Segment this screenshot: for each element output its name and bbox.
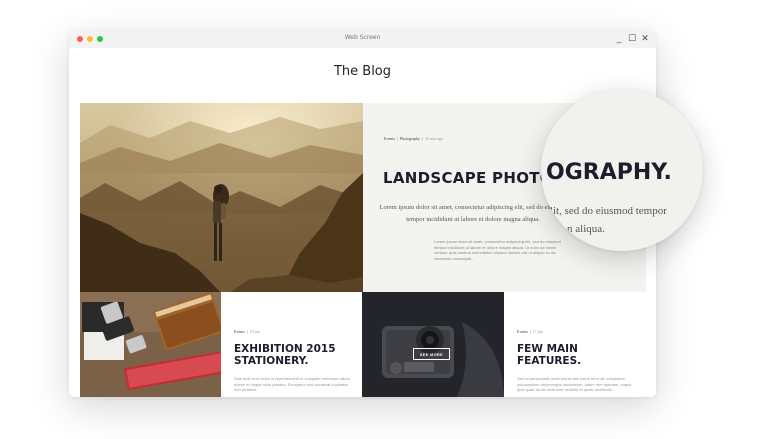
post-date: 17 jun <box>532 329 543 334</box>
stationery-photo[interactable] <box>80 292 221 397</box>
maximize-icon[interactable]: ☐ <box>627 31 637 48</box>
camera-photo-tile[interactable]: SEE MORE <box>362 292 504 397</box>
category-link[interactable]: Events <box>384 136 395 141</box>
magnified-lead-line: elit, sed do eiusmod tempor <box>545 205 667 217</box>
window-controls: _ ☐ ✕ <box>614 31 650 48</box>
meta-divider: | <box>245 329 249 334</box>
stationery-photo-tile[interactable] <box>80 292 221 397</box>
hero-lead: Lorem ipsum dolor sit amet, consectetur … <box>379 204 567 223</box>
hero-meta: Events | Photography | 10 min ago <box>384 136 443 141</box>
magnified-lead-line: n aliqua. <box>567 223 605 235</box>
card-excerpt: Duis aute irure dolor in reprehenderit i… <box>234 376 350 392</box>
post-date: 23 jun <box>249 329 260 334</box>
magnifier-lens: OGRAPHY. elit, sed do eiusmod tempor n a… <box>541 89 703 251</box>
meta-divider: | <box>528 329 532 334</box>
card-title[interactable]: FEW MAIN FEATURES. <box>517 343 642 367</box>
hero-body: Lorem ipsum dolor sit amet, consectetur … <box>434 239 561 261</box>
card-title[interactable]: EXHIBITION 2015 STATIONERY. <box>234 343 359 367</box>
post-card[interactable]: Events | 17 jun FEW MAIN FEATURES. Sed u… <box>504 292 646 397</box>
window-title: Web Screen <box>344 34 381 41</box>
post-card[interactable]: Events | 23 jun EXHIBITION 2015 STATIONE… <box>221 292 362 397</box>
category-link[interactable]: Events <box>517 329 528 334</box>
meta-divider: | <box>395 136 399 141</box>
magnified-headline: OGRAPHY. <box>546 160 672 185</box>
title-bar: Web Screen _ ☐ ✕ <box>69 31 656 49</box>
card-excerpt: Sed ut perspiciatis unde omnis iste natu… <box>517 376 632 392</box>
post-time: 10 min ago <box>424 136 443 141</box>
see-more-button[interactable]: SEE MORE <box>413 348 450 360</box>
minimize-icon[interactable]: _ <box>614 31 624 48</box>
close-icon[interactable]: ✕ <box>640 31 650 48</box>
page-title: The Blog <box>333 64 392 79</box>
category-link[interactable]: Events <box>234 329 245 334</box>
card-meta: Events | 17 jun <box>517 329 543 334</box>
camera-photo[interactable] <box>362 292 504 397</box>
card-meta: Events | 23 jun <box>234 329 260 334</box>
meta-divider: | <box>421 136 424 141</box>
landscape-photo[interactable] <box>80 103 363 292</box>
category-link[interactable]: Photography <box>400 136 420 141</box>
